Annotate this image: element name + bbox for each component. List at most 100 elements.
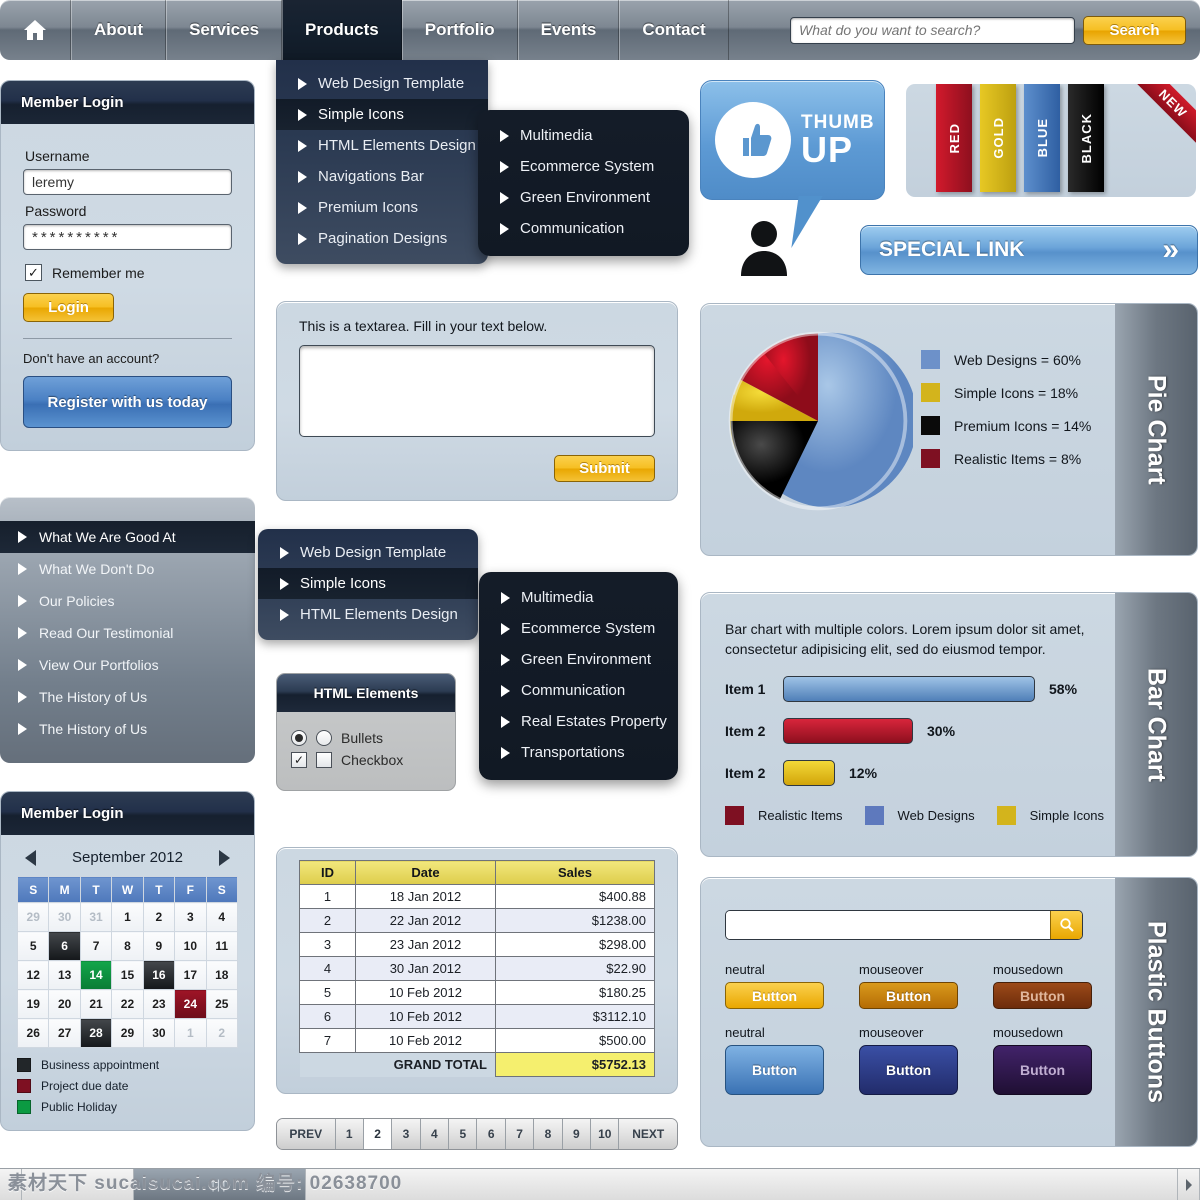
checkbox-unchecked[interactable]: [316, 752, 332, 768]
calendar-day[interactable]: 4: [205, 902, 239, 932]
pagination-page-4[interactable]: 4: [420, 1119, 450, 1149]
calendar-day[interactable]: 9: [142, 931, 176, 961]
calendar-day[interactable]: 20: [48, 989, 81, 1019]
bottom-scroll-right[interactable]: [1178, 1169, 1200, 1200]
submit-button[interactable]: Submit: [554, 455, 655, 482]
gold-button-mouseover[interactable]: Button: [859, 982, 958, 1009]
sidebar-item-read-our-testimonial[interactable]: Read Our Testimonial: [0, 617, 255, 649]
calendar-day[interactable]: 24: [174, 989, 207, 1019]
pagination-page-9[interactable]: 9: [562, 1119, 592, 1149]
calendar-day[interactable]: 25: [205, 989, 239, 1019]
submenu-item-green-environment[interactable]: Green Environment: [478, 182, 689, 213]
nav-tab-products[interactable]: Products: [282, 0, 402, 60]
pagination-prev[interactable]: PREV: [277, 1119, 336, 1149]
nav-tab-services[interactable]: Services: [166, 0, 283, 60]
search-input[interactable]: [790, 16, 1075, 44]
chevron-left-icon[interactable]: [25, 849, 36, 866]
secondary-submenu-item-real-estates-property[interactable]: Real Estates Property: [479, 706, 678, 737]
secondary-menu-item-simple-icons[interactable]: Simple Icons: [258, 568, 478, 599]
calendar-day[interactable]: 12: [16, 960, 50, 990]
sidebar-item-what-we-are-good-at[interactable]: What We Are Good At: [0, 521, 255, 553]
calendar-day[interactable]: 16: [142, 960, 176, 990]
calendar-day[interactable]: 1: [111, 902, 144, 932]
nav-tab-home[interactable]: [0, 0, 71, 60]
search-button[interactable]: Search: [1083, 15, 1186, 45]
password-input[interactable]: [23, 224, 232, 250]
sidebar-item-what-we-dont-do[interactable]: What We Don't Do: [0, 553, 255, 585]
calendar-day[interactable]: 3: [174, 902, 207, 932]
calendar-day[interactable]: 6: [48, 931, 81, 961]
pagination-page-5[interactable]: 5: [449, 1119, 478, 1149]
plastic-search-input[interactable]: [726, 911, 1050, 939]
secondary-menu-item-html-elements-design[interactable]: HTML Elements Design: [258, 599, 478, 630]
sidebar-item-our-policies[interactable]: Our Policies: [0, 585, 255, 617]
pagination-page-7[interactable]: 7: [505, 1119, 535, 1149]
gold-button-mousedown[interactable]: Button: [993, 982, 1092, 1009]
calendar-day[interactable]: 21: [79, 989, 113, 1019]
menu-item-html-elements-design[interactable]: HTML Elements Design: [276, 130, 488, 161]
menu-item-web-design-template[interactable]: Web Design Template: [276, 68, 488, 99]
search-icon[interactable]: [1050, 911, 1082, 939]
pagination-page-6[interactable]: 6: [477, 1119, 506, 1149]
calendar-day[interactable]: 29: [111, 1018, 144, 1048]
message-textarea[interactable]: [299, 345, 655, 437]
pagination-page-10[interactable]: 10: [591, 1119, 620, 1149]
calendar-day[interactable]: 23: [142, 989, 176, 1019]
submenu-item-multimedia[interactable]: Multimedia: [478, 120, 689, 151]
calendar-day[interactable]: 2: [205, 1018, 239, 1048]
nav-tab-portfolio[interactable]: Portfolio: [401, 0, 518, 60]
calendar-day[interactable]: 19: [16, 989, 50, 1019]
calendar-day[interactable]: 5: [16, 931, 50, 961]
calendar-day[interactable]: 17: [174, 960, 207, 990]
gold-button-neutral[interactable]: Button: [725, 982, 824, 1009]
nav-tab-events[interactable]: Events: [517, 0, 620, 60]
chevron-right-icon[interactable]: [218, 849, 230, 866]
calendar-day[interactable]: 10: [174, 931, 207, 961]
pagination-page-3[interactable]: 3: [392, 1119, 421, 1149]
calendar-day[interactable]: 8: [111, 931, 144, 961]
submenu-item-ecommerce-system[interactable]: Ecommerce System: [478, 151, 689, 182]
secondary-submenu-item-multimedia[interactable]: Multimedia: [479, 582, 678, 613]
calendar-day[interactable]: 31: [79, 902, 113, 932]
secondary-submenu-item-ecommerce-system[interactable]: Ecommerce System: [479, 613, 678, 644]
blue-button-neutral[interactable]: Button: [725, 1045, 824, 1095]
sidebar-item-the-history-of-us-2[interactable]: The History of Us: [0, 713, 255, 745]
calendar-day[interactable]: 7: [79, 931, 113, 961]
calendar-day[interactable]: 11: [205, 931, 239, 961]
menu-item-pagination-designs[interactable]: Pagination Designs: [276, 223, 488, 254]
calendar-day[interactable]: 30: [48, 902, 81, 932]
remember-me-row[interactable]: ✓ Remember me: [25, 264, 232, 281]
secondary-submenu-item-green-environment[interactable]: Green Environment: [479, 644, 678, 675]
sidebar-item-the-history-of-us-1[interactable]: The History of Us: [0, 681, 255, 713]
secondary-submenu-item-communication[interactable]: Communication: [479, 675, 678, 706]
calendar-day[interactable]: 2: [142, 902, 176, 932]
color-chip-blue[interactable]: BLUE: [1024, 84, 1060, 192]
color-chip-red[interactable]: RED: [936, 84, 972, 192]
calendar-day[interactable]: 27: [48, 1018, 81, 1048]
radio-selected[interactable]: [291, 730, 307, 746]
secondary-menu-item-web-design-template[interactable]: Web Design Template: [258, 537, 478, 568]
pagination-page-2[interactable]: 2: [363, 1119, 393, 1149]
calendar-day[interactable]: 26: [16, 1018, 50, 1048]
pagination-next[interactable]: NEXT: [619, 1119, 677, 1149]
nav-tab-about[interactable]: About: [71, 0, 167, 60]
calendar-day[interactable]: 14: [79, 960, 113, 990]
menu-item-simple-icons[interactable]: Simple Icons: [276, 99, 488, 130]
blue-button-mouseover[interactable]: Button: [859, 1045, 958, 1095]
pagination-page-1[interactable]: 1: [335, 1119, 364, 1149]
special-link-button[interactable]: SPECIAL LINK »: [860, 225, 1198, 275]
color-chip-gold[interactable]: GOLD: [980, 84, 1016, 192]
nav-tab-contact[interactable]: Contact: [619, 0, 729, 60]
calendar-day[interactable]: 18: [205, 960, 239, 990]
secondary-submenu-item-transportations[interactable]: Transportations: [479, 737, 678, 768]
checkbox-checked[interactable]: ✓: [291, 752, 307, 768]
calendar-day[interactable]: 28: [79, 1018, 113, 1048]
menu-item-navigations-bar[interactable]: Navigations Bar: [276, 161, 488, 192]
register-button[interactable]: Register with us today: [23, 376, 232, 428]
submenu-item-communication[interactable]: Communication: [478, 213, 689, 244]
calendar-day[interactable]: 22: [111, 989, 144, 1019]
username-input[interactable]: [23, 169, 232, 195]
color-chip-black[interactable]: BLACK: [1068, 84, 1104, 192]
menu-item-premium-icons[interactable]: Premium Icons: [276, 192, 488, 223]
login-button[interactable]: Login: [23, 293, 114, 322]
